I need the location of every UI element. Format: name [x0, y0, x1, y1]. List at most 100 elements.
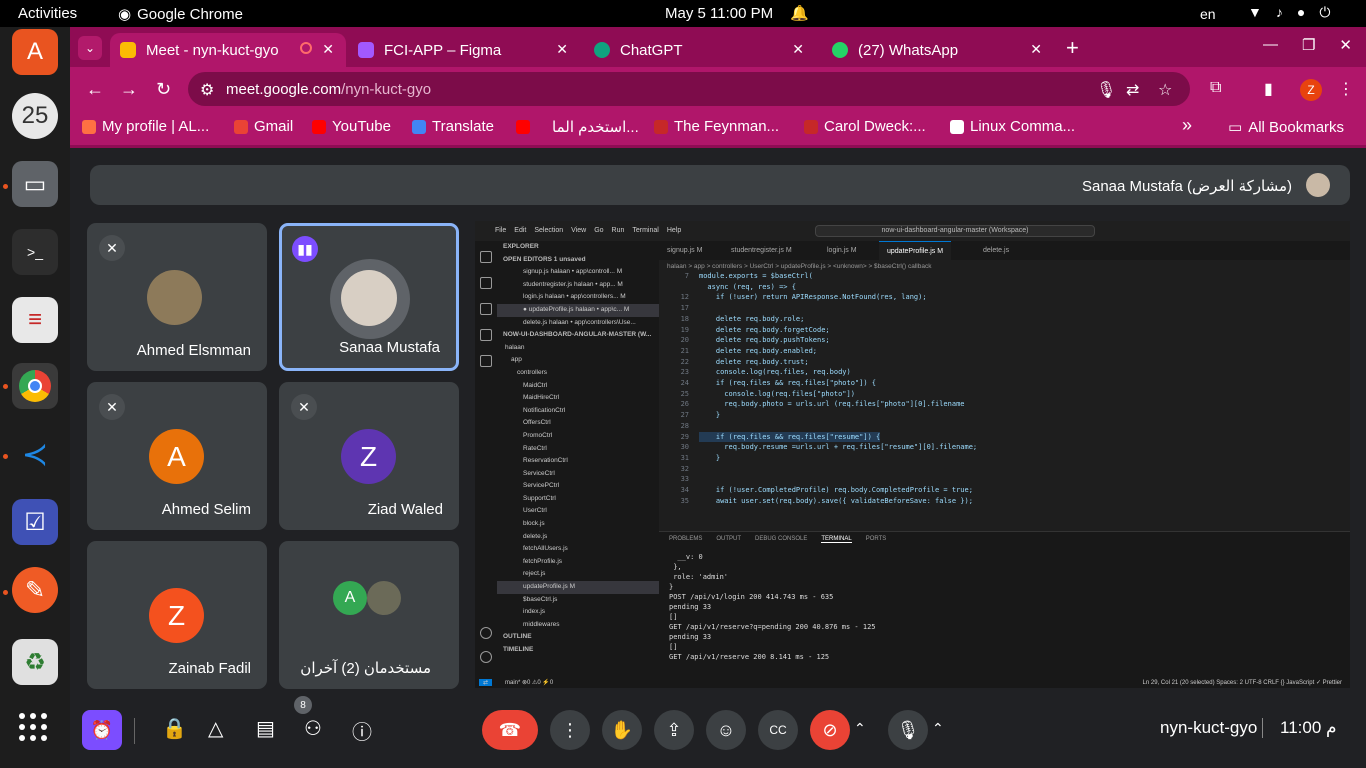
close-tab-icon[interactable]: ✕ — [556, 41, 568, 58]
reload-icon[interactable]: ↻ — [156, 79, 171, 100]
present-screen-button[interactable]: ⇪ — [654, 710, 694, 750]
back-icon[interactable]: ← — [86, 79, 104, 100]
bookmark-item[interactable]: Carol Dweck:... — [804, 118, 926, 135]
participant-tile[interactable]: Z Zainab Fadil — [87, 541, 267, 689]
bookmark-item[interactable]: The Feynman... — [654, 118, 779, 135]
line-number: 29 — [680, 432, 689, 441]
forward-icon[interactable]: → — [120, 79, 138, 100]
terminal-line: [] — [669, 643, 678, 651]
new-tab-button[interactable]: + — [1066, 35, 1079, 61]
app-menu[interactable]: ◉ Google Chrome — [118, 5, 243, 24]
tab-meet[interactable]: Meet - nyn-kuct-gyo ✕ — [110, 33, 346, 67]
captions-button[interactable]: CC — [758, 710, 798, 750]
line-number: 23 — [680, 368, 689, 377]
shared-screen[interactable]: File Edit Selection View Go Run Terminal Help n… — [475, 221, 1350, 688]
files-icon[interactable]: ▭ — [12, 161, 58, 207]
code-line: delete req.body.enabled; — [699, 346, 818, 355]
clock-app-icon[interactable]: 25 — [12, 93, 58, 139]
bookmark-star-icon[interactable]: ☆ — [1158, 80, 1172, 100]
all-bookmarks-button[interactable]: ▭ All Bookmarks — [1228, 118, 1344, 137]
tab-whatsapp[interactable]: (27) WhatsApp ✕ — [822, 33, 1054, 67]
system-clock[interactable]: May 5 11:00 PM — [665, 5, 773, 22]
minimize-icon[interactable]: — — [1263, 36, 1278, 54]
tab-title: ChatGPT — [620, 41, 683, 59]
tab-chatgpt[interactable]: ChatGPT ✕ — [584, 33, 816, 67]
explorer-item: signup.js halaan • app\controll... M — [523, 268, 623, 276]
youtube-icon — [516, 120, 530, 134]
site-info-icon[interactable]: ⚙ — [200, 80, 214, 100]
participant-tile-active-speaker[interactable]: ▮▮ Sanaa Mustafa — [279, 223, 459, 371]
others-tile[interactable]: A مستخدمان (2) آخران — [279, 541, 459, 689]
bookmark-item[interactable]: Translate — [412, 118, 494, 135]
line-number: 32 — [680, 464, 689, 473]
more-bookmarks-icon[interactable]: » — [1182, 115, 1192, 136]
camera-options-chevron-icon[interactable]: ⌃ — [854, 720, 866, 737]
explorer-item: middlewares — [523, 620, 560, 628]
raise-hand-button[interactable]: ✋ — [602, 710, 642, 750]
chat-icon[interactable]: ▤ — [256, 716, 275, 741]
explorer-item: studentregister.js halaan • app... M — [523, 280, 623, 288]
address-bar[interactable]: ⚙ meet.google.com/nyn-kuct-gyo 🎙 ⇄ ☆ — [188, 72, 1190, 106]
participant-avatar — [367, 581, 401, 615]
bookmark-item[interactable]: YouTube — [312, 118, 391, 135]
microphone-button[interactable]: 🎙 — [888, 710, 928, 750]
people-icon[interactable]: ⚇ — [304, 716, 322, 741]
tab-figma[interactable]: FCI-APP – Figma ✕ — [348, 33, 580, 67]
terminal-icon[interactable]: >_ — [12, 229, 58, 275]
host-controls-icon[interactable]: 🔒 — [162, 716, 187, 741]
side-panel-icon[interactable]: ▮ — [1264, 79, 1273, 99]
explorer-item: SupportCtrl — [523, 494, 556, 502]
more-options-button[interactable]: ⋮ — [550, 710, 590, 750]
language-indicator[interactable]: en — [1200, 6, 1216, 22]
bookmark-item[interactable]: My profile | AL... — [82, 118, 209, 135]
code-line: req.body.resume =urls.url + req.files["r… — [699, 443, 978, 452]
bookmark-favicon-icon — [654, 119, 668, 134]
mic-options-chevron-icon[interactable]: ⌃ — [932, 720, 944, 737]
trash-icon[interactable]: ♻ — [12, 639, 58, 685]
activities-button[interactable]: Activities — [18, 5, 77, 22]
account-icon — [480, 627, 492, 639]
close-tab-icon[interactable]: ✕ — [1030, 41, 1042, 58]
maximize-icon[interactable]: ❐ — [1302, 36, 1315, 54]
bookmark-favicon-icon — [804, 119, 818, 134]
bookmark-item[interactable]: استخدم الما... — [516, 118, 639, 136]
text-editor-icon[interactable]: ≡ — [12, 297, 58, 343]
tab-search-button[interactable]: ⌄ — [78, 36, 102, 60]
bookmarks-bar: My profile | AL... Gmail YouTube Transla… — [70, 111, 1366, 145]
editor-tab: login.js M — [827, 247, 857, 254]
participant-tile[interactable]: ✕ A Ahmed Selim — [87, 382, 267, 530]
vscode-icon[interactable]: ≺ — [12, 431, 58, 477]
close-tab-icon[interactable]: ✕ — [322, 41, 334, 58]
system-tray[interactable]: ▼ ♪ ● ⏻ — [1248, 4, 1330, 21]
dock: A 25 ▭ >_ ≡ ≺ ☑ ✎ ♻ — [0, 27, 70, 768]
folder-icon: ▭ — [1228, 119, 1243, 136]
participant-tile[interactable]: ✕ Ahmed Elsmman — [87, 223, 267, 371]
code-line: if (req.files && req.files["photo"]) { — [699, 379, 877, 387]
explorer-icon — [480, 251, 492, 263]
alarm-icon[interactable]: 🔔 — [790, 4, 809, 22]
show-apps-icon[interactable] — [19, 713, 47, 741]
presenter-banner: Sanaa Mustafa (مشاركة العرض) — [90, 165, 1350, 205]
more-menu-icon[interactable]: ⋮ — [1338, 79, 1354, 99]
profile-avatar[interactable]: Z — [1300, 79, 1322, 101]
microphone-permission-icon[interactable]: 🎙 — [1096, 80, 1116, 100]
emoji-button[interactable]: ☺ — [706, 710, 746, 750]
close-tab-icon[interactable]: ✕ — [792, 41, 804, 58]
tasks-icon[interactable]: ☑ — [12, 499, 58, 545]
close-window-icon[interactable]: ✕ — [1339, 36, 1352, 54]
url-path: /nyn-kuct-gyo — [341, 81, 432, 98]
bookmark-item[interactable]: Linux Comma... — [950, 118, 1075, 135]
activities-icon[interactable]: △ — [208, 716, 223, 741]
camera-off-button[interactable]: ⊘ — [810, 710, 850, 750]
participant-tile[interactable]: ✕ Z Ziad Waled — [279, 382, 459, 530]
leave-call-button[interactable]: ☎ — [482, 710, 538, 750]
chrome-dock-icon[interactable] — [12, 363, 58, 409]
panel-tab: OUTPUT — [716, 536, 742, 542]
alarm-clock-icon[interactable]: ⏰ — [82, 710, 122, 750]
postman-icon[interactable]: ✎ — [12, 567, 58, 613]
info-icon[interactable]: ⓘ — [352, 716, 372, 745]
translate-icon[interactable]: ⇄ — [1126, 80, 1139, 100]
software-center-icon[interactable]: A — [12, 29, 58, 75]
extensions-icon[interactable]: ⧉ — [1210, 79, 1221, 97]
bookmark-item[interactable]: Gmail — [234, 118, 293, 135]
